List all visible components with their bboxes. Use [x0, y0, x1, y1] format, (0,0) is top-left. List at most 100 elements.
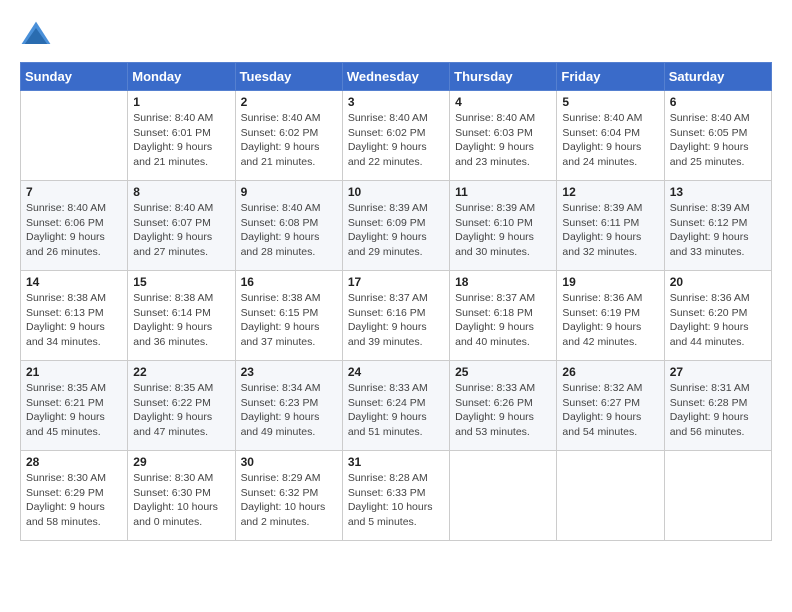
calendar-cell: 18 Sunrise: 8:37 AM Sunset: 6:18 PM Dayli… [450, 271, 557, 361]
calendar-cell: 6 Sunrise: 8:40 AM Sunset: 6:05 PM Daylig… [664, 91, 771, 181]
day-number: 25 [455, 365, 551, 379]
cell-info: Sunrise: 8:40 AM Sunset: 6:05 PM Dayligh… [670, 111, 766, 170]
cell-info: Sunrise: 8:39 AM Sunset: 6:10 PM Dayligh… [455, 201, 551, 260]
calendar-table: SundayMondayTuesdayWednesdayThursdayFrid… [20, 62, 772, 541]
calendar-cell: 11 Sunrise: 8:39 AM Sunset: 6:10 PM Dayli… [450, 181, 557, 271]
calendar-cell [557, 451, 664, 541]
week-row-3: 14 Sunrise: 8:38 AM Sunset: 6:13 PM Dayli… [21, 271, 772, 361]
day-number: 11 [455, 185, 551, 199]
day-number: 15 [133, 275, 229, 289]
day-number: 3 [348, 95, 444, 109]
day-number: 16 [241, 275, 337, 289]
day-number: 9 [241, 185, 337, 199]
day-number: 13 [670, 185, 766, 199]
calendar-cell: 1 Sunrise: 8:40 AM Sunset: 6:01 PM Daylig… [128, 91, 235, 181]
week-row-4: 21 Sunrise: 8:35 AM Sunset: 6:21 PM Dayli… [21, 361, 772, 451]
calendar-cell: 27Sunrise: 8:31 AM Sunset: 6:28 PM Dayli… [664, 361, 771, 451]
calendar-cell: 29Sunrise: 8:30 AM Sunset: 6:30 PM Dayli… [128, 451, 235, 541]
cell-info: Sunrise: 8:39 AM Sunset: 6:12 PM Dayligh… [670, 201, 766, 260]
day-header-friday: Friday [557, 63, 664, 91]
cell-info: Sunrise: 8:30 AM Sunset: 6:29 PM Dayligh… [26, 471, 122, 530]
cell-info: Sunrise: 8:32 AM Sunset: 6:27 PM Dayligh… [562, 381, 658, 440]
cell-info: Sunrise: 8:38 AM Sunset: 6:15 PM Dayligh… [241, 291, 337, 350]
cell-info: Sunrise: 8:37 AM Sunset: 6:16 PM Dayligh… [348, 291, 444, 350]
day-number: 10 [348, 185, 444, 199]
cell-info: Sunrise: 8:33 AM Sunset: 6:24 PM Dayligh… [348, 381, 444, 440]
day-number: 14 [26, 275, 122, 289]
day-number: 4 [455, 95, 551, 109]
day-number: 6 [670, 95, 766, 109]
cell-info: Sunrise: 8:40 AM Sunset: 6:01 PM Dayligh… [133, 111, 229, 170]
cell-info: Sunrise: 8:36 AM Sunset: 6:19 PM Dayligh… [562, 291, 658, 350]
week-row-5: 28 Sunrise: 8:30 AM Sunset: 6:29 PM Dayli… [21, 451, 772, 541]
calendar-cell [450, 451, 557, 541]
cell-info: Sunrise: 8:40 AM Sunset: 6:02 PM Dayligh… [348, 111, 444, 170]
calendar-cell [664, 451, 771, 541]
cell-info: Sunrise: 8:40 AM Sunset: 6:08 PM Dayligh… [241, 201, 337, 260]
day-number: 17 [348, 275, 444, 289]
cell-info: Sunrise: 8:40 AM Sunset: 6:07 PM Dayligh… [133, 201, 229, 260]
calendar-cell: 15 Sunrise: 8:38 AM Sunset: 6:14 PM Dayli… [128, 271, 235, 361]
calendar-cell: 30Sunrise: 8:29 AM Sunset: 6:32 PM Dayli… [235, 451, 342, 541]
day-number: 31 [348, 455, 444, 469]
calendar-cell: 23 Sunrise: 8:34 AM Sunset: 6:23 PM Dayli… [235, 361, 342, 451]
calendar-cell: 17 Sunrise: 8:37 AM Sunset: 6:16 PM Dayli… [342, 271, 449, 361]
day-number: 2 [241, 95, 337, 109]
calendar-cell: 7 Sunrise: 8:40 AM Sunset: 6:06 PM Daylig… [21, 181, 128, 271]
week-row-1: 1 Sunrise: 8:40 AM Sunset: 6:01 PM Daylig… [21, 91, 772, 181]
cell-info: Sunrise: 8:31 AM Sunset: 6:28 PM Dayligh… [670, 381, 766, 440]
cell-info: Sunrise: 8:40 AM Sunset: 6:04 PM Dayligh… [562, 111, 658, 170]
calendar-cell: 4 Sunrise: 8:40 AM Sunset: 6:03 PM Daylig… [450, 91, 557, 181]
day-number: 23 [241, 365, 337, 379]
calendar-cell: 14 Sunrise: 8:38 AM Sunset: 6:13 PM Dayli… [21, 271, 128, 361]
calendar-cell: 12 Sunrise: 8:39 AM Sunset: 6:11 PM Dayli… [557, 181, 664, 271]
day-header-monday: Monday [128, 63, 235, 91]
cell-info: Sunrise: 8:35 AM Sunset: 6:21 PM Dayligh… [26, 381, 122, 440]
calendar-cell: 19Sunrise: 8:36 AM Sunset: 6:19 PM Dayli… [557, 271, 664, 361]
calendar-cell: 22 Sunrise: 8:35 AM Sunset: 6:22 PM Dayli… [128, 361, 235, 451]
cell-info: Sunrise: 8:38 AM Sunset: 6:13 PM Dayligh… [26, 291, 122, 350]
cell-info: Sunrise: 8:34 AM Sunset: 6:23 PM Dayligh… [241, 381, 337, 440]
cell-info: Sunrise: 8:36 AM Sunset: 6:20 PM Dayligh… [670, 291, 766, 350]
day-number: 7 [26, 185, 122, 199]
logo-icon [20, 20, 52, 52]
cell-info: Sunrise: 8:37 AM Sunset: 6:18 PM Dayligh… [455, 291, 551, 350]
day-number: 26 [562, 365, 658, 379]
cell-info: Sunrise: 8:40 AM Sunset: 6:06 PM Dayligh… [26, 201, 122, 260]
calendar-cell: 13 Sunrise: 8:39 AM Sunset: 6:12 PM Dayli… [664, 181, 771, 271]
day-number: 1 [133, 95, 229, 109]
day-header-thursday: Thursday [450, 63, 557, 91]
day-header-saturday: Saturday [664, 63, 771, 91]
page-header [20, 20, 772, 52]
cell-info: Sunrise: 8:29 AM Sunset: 6:32 PM Dayligh… [241, 471, 337, 530]
calendar-cell: 20Sunrise: 8:36 AM Sunset: 6:20 PM Dayli… [664, 271, 771, 361]
day-number: 21 [26, 365, 122, 379]
calendar-cell: 24 Sunrise: 8:33 AM Sunset: 6:24 PM Dayli… [342, 361, 449, 451]
day-header-tuesday: Tuesday [235, 63, 342, 91]
calendar-cell: 9 Sunrise: 8:40 AM Sunset: 6:08 PM Daylig… [235, 181, 342, 271]
day-number: 22 [133, 365, 229, 379]
header-row: SundayMondayTuesdayWednesdayThursdayFrid… [21, 63, 772, 91]
cell-info: Sunrise: 8:35 AM Sunset: 6:22 PM Dayligh… [133, 381, 229, 440]
calendar-cell: 28 Sunrise: 8:30 AM Sunset: 6:29 PM Dayli… [21, 451, 128, 541]
calendar-cell: 10Sunrise: 8:39 AM Sunset: 6:09 PM Dayli… [342, 181, 449, 271]
calendar-cell: 25 Sunrise: 8:33 AM Sunset: 6:26 PM Dayli… [450, 361, 557, 451]
day-number: 8 [133, 185, 229, 199]
day-header-sunday: Sunday [21, 63, 128, 91]
day-number: 24 [348, 365, 444, 379]
day-number: 28 [26, 455, 122, 469]
calendar-cell: 26 Sunrise: 8:32 AM Sunset: 6:27 PM Dayli… [557, 361, 664, 451]
cell-info: Sunrise: 8:40 AM Sunset: 6:03 PM Dayligh… [455, 111, 551, 170]
calendar-cell: 21 Sunrise: 8:35 AM Sunset: 6:21 PM Dayli… [21, 361, 128, 451]
cell-info: Sunrise: 8:33 AM Sunset: 6:26 PM Dayligh… [455, 381, 551, 440]
day-number: 29 [133, 455, 229, 469]
cell-info: Sunrise: 8:38 AM Sunset: 6:14 PM Dayligh… [133, 291, 229, 350]
week-row-2: 7 Sunrise: 8:40 AM Sunset: 6:06 PM Daylig… [21, 181, 772, 271]
calendar-cell: 16 Sunrise: 8:38 AM Sunset: 6:15 PM Dayli… [235, 271, 342, 361]
calendar-cell: 31Sunrise: 8:28 AM Sunset: 6:33 PM Dayli… [342, 451, 449, 541]
cell-info: Sunrise: 8:39 AM Sunset: 6:11 PM Dayligh… [562, 201, 658, 260]
cell-info: Sunrise: 8:40 AM Sunset: 6:02 PM Dayligh… [241, 111, 337, 170]
day-number: 12 [562, 185, 658, 199]
day-header-wednesday: Wednesday [342, 63, 449, 91]
day-number: 18 [455, 275, 551, 289]
